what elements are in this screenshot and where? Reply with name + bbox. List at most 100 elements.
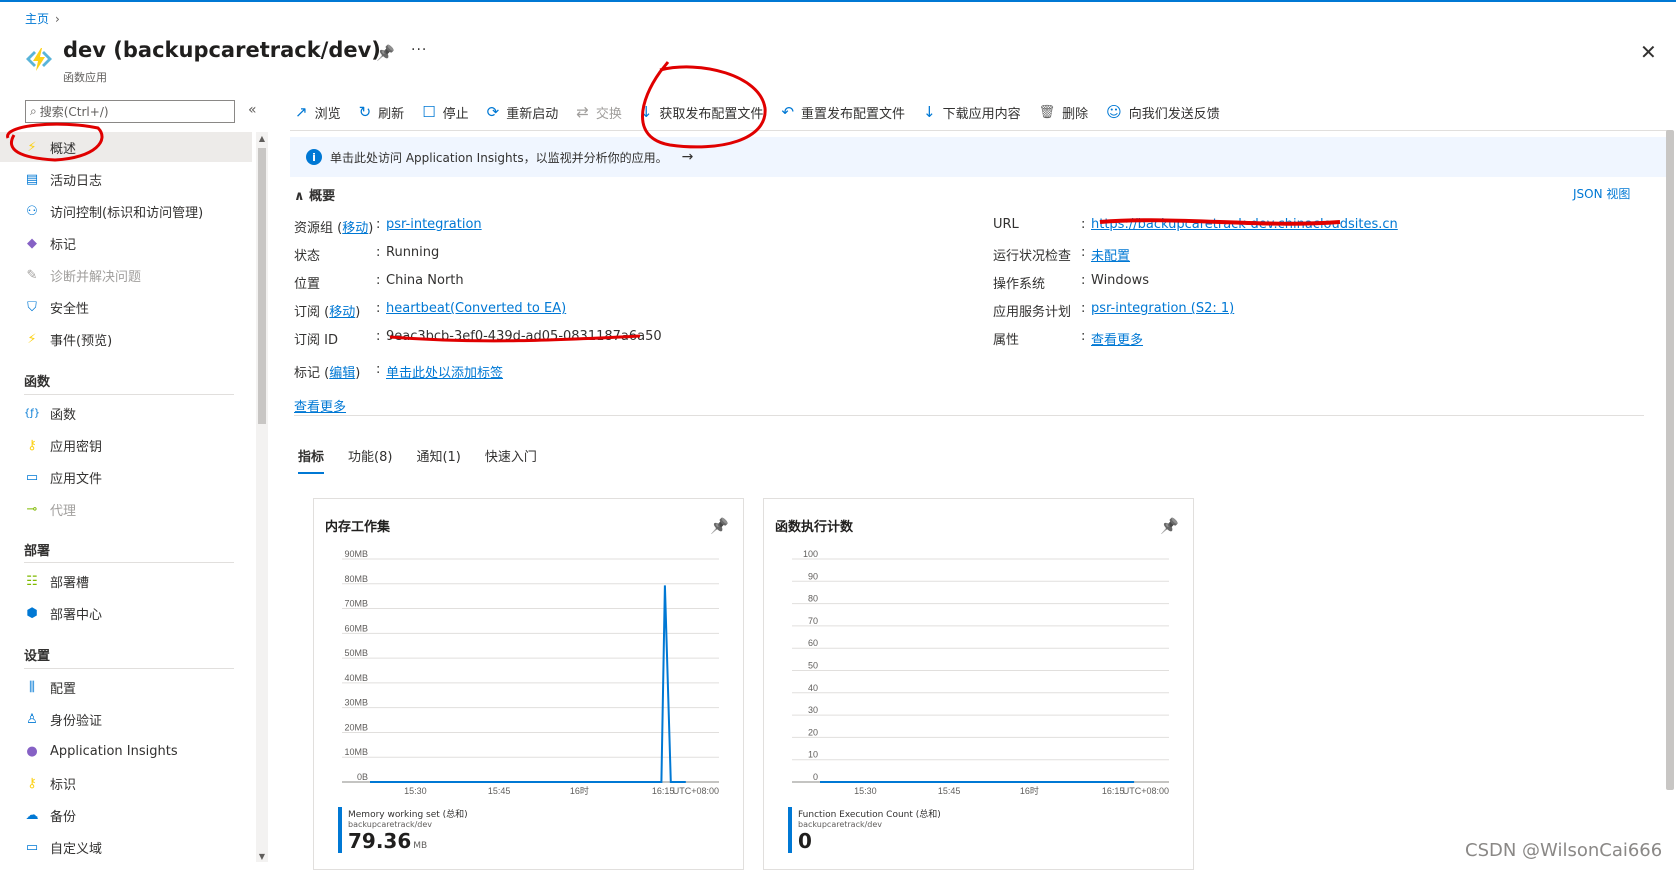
top-accent-line <box>0 0 1676 2</box>
y-tick-label: 20 <box>808 727 818 737</box>
user-icon: ♙ <box>26 711 38 727</box>
identity-icon: ⚷ <box>27 775 37 791</box>
x-tick-label: 16时 <box>570 785 589 796</box>
reset-publish-profile-label: 重置发布配置文件 <box>801 106 906 122</box>
download-app-content-label: 下载应用内容 <box>942 106 1021 122</box>
sidebar-item-deployment-slots[interactable]: ☷ 部署槽 <box>0 566 252 596</box>
y-tick-label: 70MB <box>344 599 368 609</box>
health-check-link[interactable]: 未配置 <box>1091 245 1130 264</box>
more-options-icon[interactable]: ··· <box>411 42 427 58</box>
scroll-up-icon[interactable]: ▲ <box>256 134 268 143</box>
trash-icon: 🗑 <box>1038 104 1056 120</box>
collapse-sidebar-icon[interactable]: « <box>248 102 257 118</box>
sidebar-item-proxies[interactable]: ⊸ 代理 <box>0 494 252 524</box>
send-feedback-button[interactable]: ☺ 向我们发送反馈 <box>1106 103 1220 122</box>
move-link[interactable]: 移动 <box>329 305 355 320</box>
search-input[interactable]: ⌕ 搜索(Ctrl+/) <box>25 100 235 123</box>
download-app-content-button[interactable]: ↓ 下载应用内容 <box>923 103 1021 122</box>
sidebar-item-activity-log[interactable]: ▤ 活动日志 <box>0 164 252 194</box>
stop-button[interactable]: ☐ 停止 <box>422 103 468 122</box>
delete-button[interactable]: 🗑 删除 <box>1039 103 1089 122</box>
sidebar-item-diagnose[interactable]: ✎ 诊断并解决问题 <box>0 260 252 290</box>
arrow-right-icon: → <box>681 149 694 165</box>
info-banner[interactable]: i 单击此处访问 Application Insights，以监视并分析你的应用… <box>290 137 1668 177</box>
reset-publish-profile-button[interactable]: ↶ 重置发布配置文件 <box>781 103 905 122</box>
sidebar-item-label: 函数 <box>50 407 77 423</box>
sidebar-item-label: 身份验证 <box>50 713 103 729</box>
chart-card-executions[interactable]: 函数执行计数 📌 0 10 20 30 40 50 60 70 80 90 100 15:30 15:4… <box>763 498 1194 870</box>
page-scrollbar[interactable] <box>1666 130 1674 790</box>
sidebar-item-label: 代理 <box>50 503 77 519</box>
refresh-button[interactable]: ↻ 刷新 <box>359 103 405 122</box>
y-tick-label: 50 <box>808 661 818 671</box>
subscription-link[interactable]: heartbeat(Converted to EA) <box>386 301 566 320</box>
y-tick-label: 40 <box>808 683 818 693</box>
edit-link[interactable]: 编辑 <box>329 366 355 381</box>
essentials-row-os: 操作系统: Windows <box>993 273 1150 292</box>
tab-notifications[interactable]: 通知(1) <box>416 446 460 474</box>
y-tick-label: 0 <box>813 772 818 782</box>
sidebar-item-authentication[interactable]: ♙ 身份验证 <box>0 704 252 734</box>
send-feedback-label: 向我们发送反馈 <box>1128 106 1220 122</box>
x-tick-label: 16:15 <box>1102 786 1125 796</box>
see-more-link[interactable]: 查看更多 <box>294 396 346 415</box>
sidebar-item-backups[interactable]: ☁ 备份 <box>0 800 252 830</box>
browse-button[interactable]: ↗ 浏览 <box>295 103 341 122</box>
get-publish-profile-button[interactable]: ↓ 获取发布配置文件 <box>640 103 764 122</box>
page-subtitle: 函数应用 <box>63 71 107 84</box>
tab-features[interactable]: 功能(8) <box>348 446 392 474</box>
delete-label: 删除 <box>1062 106 1089 122</box>
sidebar-item-functions[interactable]: {ƒ} 函数 <box>0 398 252 428</box>
sidebar-item-label: 标记 <box>50 237 77 253</box>
function-icon: ⚡ <box>27 139 37 155</box>
see-more-properties-link[interactable]: 查看更多 <box>1091 329 1143 348</box>
field-key: 标记 <box>294 366 321 381</box>
sidebar-item-app-keys[interactable]: ⚷ 应用密钥 <box>0 430 252 460</box>
swap-label: 交换 <box>595 106 622 122</box>
url-link[interactable]: https://backupcaretrack-dev.chinacloudsi… <box>1091 217 1398 232</box>
close-icon[interactable]: ✕ <box>1640 40 1657 64</box>
field-key: 状态 <box>294 249 321 264</box>
chart-card-memory[interactable]: 内存工作集 📌 0B 10MB 20MB 30MB 40MB 50MB 60MB 70MB 80… <box>313 498 744 870</box>
sidebar-item-label: Application Insights <box>50 743 178 759</box>
tab-metrics[interactable]: 指标 <box>298 446 325 474</box>
scroll-down-icon[interactable]: ▼ <box>256 852 268 861</box>
key-icon: ⚷ <box>27 437 37 453</box>
refresh-label: 刷新 <box>378 106 405 122</box>
proxy-icon: ⊸ <box>26 501 38 517</box>
sidebar-item-custom-domains[interactable]: ▭ 自定义域 <box>0 832 252 862</box>
legend-series-name: Function Execution Count (总和) <box>798 810 941 820</box>
breadcrumb-home[interactable]: 主页 <box>25 12 49 26</box>
sidebar-item-events[interactable]: ⚡ 事件(预览) <box>0 324 252 354</box>
essentials-row-tags: 标记 (编辑): 单击此处以添加标签 <box>294 362 504 381</box>
swap-button[interactable]: ⇄ 交换 <box>576 103 622 122</box>
browse-label: 浏览 <box>314 106 341 122</box>
field-label: 标记 (编辑) <box>294 366 361 381</box>
section-title-settings: 设置 <box>24 649 51 664</box>
sidebar-item-identity[interactable]: ⚷ 标识 <box>0 768 252 798</box>
sidebar-item-access-control[interactable]: ⚇ 访问控制(标识和访问管理) <box>0 196 252 226</box>
sidebar: ⚡ 概述 ▤ 活动日志 ⚇ 访问控制(标识和访问管理) ◆ 标记 ✎ 诊断并解决问题 ⛉ 安… <box>0 132 252 870</box>
refresh-icon: ↻ <box>358 103 372 121</box>
sidebar-item-app-files[interactable]: ▭ 应用文件 <box>0 462 252 492</box>
resource-group-link[interactable]: psr-integration <box>386 217 482 236</box>
sidebar-item-configuration[interactable]: ⫼ 配置 <box>0 672 252 702</box>
get-publish-profile-label: 获取发布配置文件 <box>659 106 764 122</box>
sidebar-item-deployment-center[interactable]: ⬢ 部署中心 <box>0 598 252 628</box>
sidebar-scroll-thumb[interactable] <box>258 148 266 424</box>
sidebar-item-tags[interactable]: ◆ 标记 <box>0 228 252 258</box>
sidebar-item-security[interactable]: ⛉ 安全性 <box>0 292 252 322</box>
y-tick-label: 60MB <box>344 623 368 633</box>
restart-button[interactable]: ⟳ 重新启动 <box>487 103 559 122</box>
chevron-up-icon: ∧ <box>294 189 310 204</box>
tab-quickstart[interactable]: 快速入门 <box>485 446 537 474</box>
sidebar-item-overview[interactable]: ⚡ 概述 <box>0 132 252 162</box>
move-link[interactable]: 移动 <box>342 221 368 236</box>
wrench-icon: ✎ <box>26 267 38 283</box>
add-tags-link[interactable]: 单击此处以添加标签 <box>386 362 503 381</box>
essentials-toggle[interactable]: ∧ 概要 <box>294 185 335 204</box>
pin-icon[interactable]: 📌 <box>376 44 395 62</box>
app-service-plan-link[interactable]: psr-integration (S2: 1) <box>1091 301 1234 320</box>
json-view-link[interactable]: JSON 视图 <box>1573 185 1630 202</box>
sidebar-item-application-insights[interactable]: ● Application Insights <box>0 736 252 766</box>
